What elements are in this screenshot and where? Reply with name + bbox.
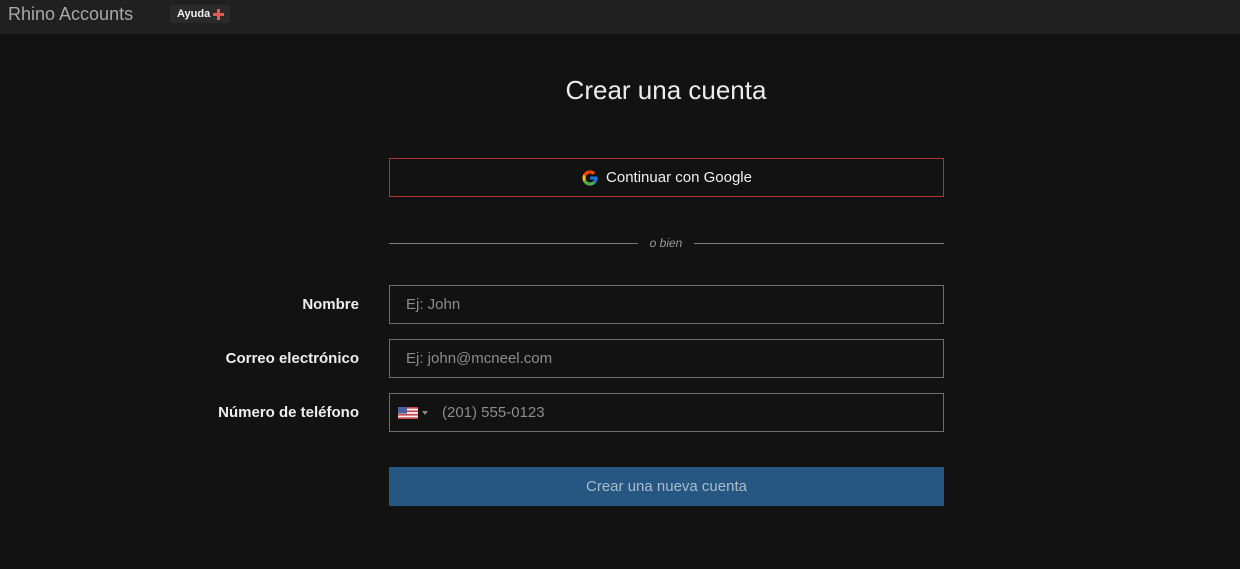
plus-icon <box>213 8 225 20</box>
chevron-down-icon <box>422 411 428 415</box>
continue-with-google-button[interactable]: Continuar con Google <box>389 158 944 197</box>
page-title: Crear una cuenta <box>565 75 767 105</box>
divider-line-left <box>389 243 638 244</box>
create-account-button-label: Crear una nueva cuenta <box>586 478 747 495</box>
email-label: Correo electrónico <box>225 350 359 367</box>
name-field-container <box>389 285 944 324</box>
us-flag-icon <box>398 407 418 419</box>
brand-title[interactable]: Rhino Accounts <box>8 3 133 25</box>
google-button-label: Continuar con Google <box>606 169 752 186</box>
name-label: Nombre <box>302 296 359 313</box>
divider-line-right <box>694 243 944 244</box>
phone-input[interactable] <box>390 394 943 431</box>
help-button[interactable]: Ayuda <box>170 5 231 23</box>
phone-field-container <box>389 393 944 432</box>
divider-text: o bien <box>649 236 683 250</box>
create-account-button[interactable]: Crear una nueva cuenta <box>389 467 944 506</box>
phone-label: Número de teléfono <box>218 404 359 421</box>
email-input[interactable] <box>390 340 943 377</box>
email-field-container <box>389 339 944 378</box>
name-input[interactable] <box>390 286 943 323</box>
top-bar: Rhino Accounts Ayuda <box>0 0 1240 34</box>
country-code-select[interactable] <box>398 407 428 419</box>
google-icon <box>582 170 598 185</box>
help-label: Ayuda <box>177 8 211 20</box>
